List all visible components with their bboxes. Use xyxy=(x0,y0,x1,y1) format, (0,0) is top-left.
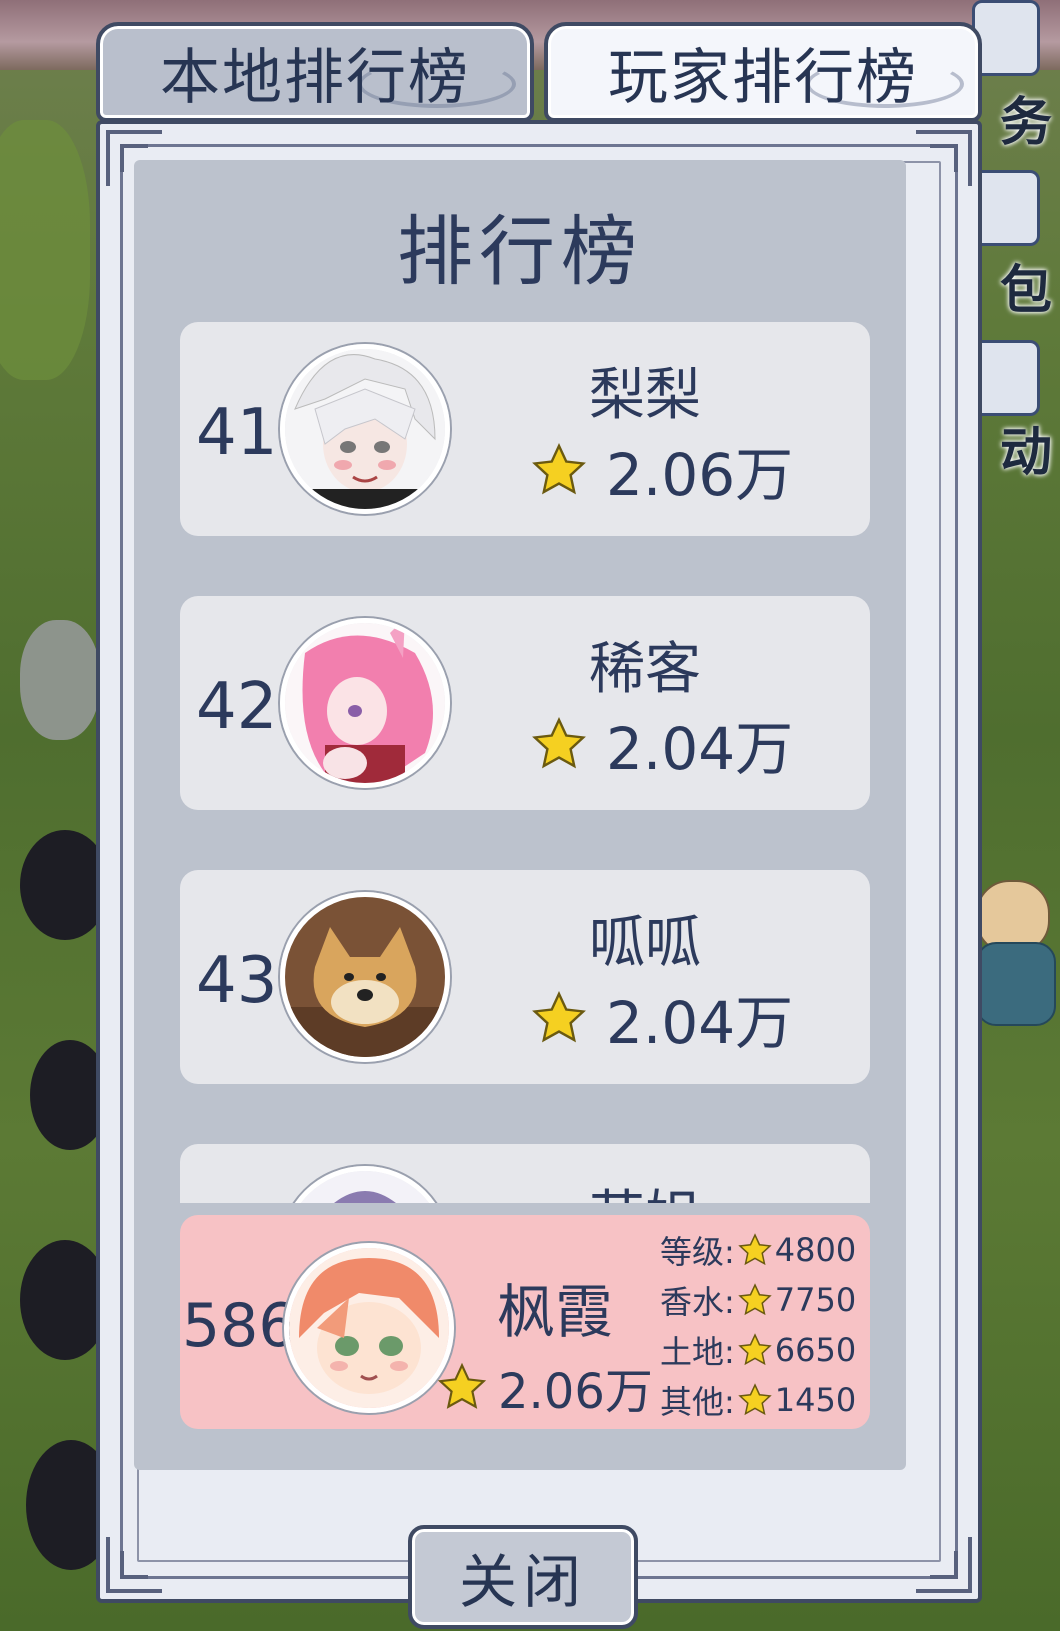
stat-label: 香水: xyxy=(660,1283,735,1321)
my-score-value: 2.06万 xyxy=(498,1364,653,1420)
stat-value: 6650 xyxy=(774,1331,857,1369)
list-item[interactable]: 42 稀客 2.04万 xyxy=(180,596,870,810)
white-hair-anime-avatar xyxy=(285,349,445,509)
stat-level: 等级: 4800 xyxy=(660,1225,865,1275)
my-rank-number: 586 xyxy=(182,1291,297,1361)
list-item[interactable]: 芸姐 xyxy=(180,1144,870,1203)
player-name: 稀客 xyxy=(589,637,701,702)
tab-player-label: 玩家排行榜 xyxy=(608,42,918,113)
stat-land: 土地: 6650 xyxy=(660,1325,865,1375)
rank-number: 42 xyxy=(196,670,278,744)
task-icon[interactable] xyxy=(972,0,1040,76)
my-rank-row[interactable]: 586 枫霞 2.06万 等级: 4800 香水: 7750 土地: 6650 … xyxy=(180,1215,870,1429)
leaderboard-content: 排行榜 41 梨梨 2.06万 42 稀客 2.04万 43 呱呱 2.04万 … xyxy=(134,160,906,1470)
tab-local-leaderboard[interactable]: 本地排行榜 xyxy=(96,22,534,122)
score-value: 2.06万 xyxy=(606,441,794,509)
star-icon xyxy=(738,1233,772,1266)
my-score: 2.06万 xyxy=(436,1355,653,1420)
tab-player-leaderboard[interactable]: 玩家排行榜 xyxy=(544,22,982,122)
stat-label: 土地: xyxy=(660,1333,735,1371)
star-icon xyxy=(738,1283,772,1316)
stat-value: 1450 xyxy=(774,1381,857,1419)
frame-corner-ornament xyxy=(902,1523,972,1593)
player-score: 2.04万 xyxy=(530,986,793,1057)
orange-hair-anime-avatar xyxy=(289,1248,449,1408)
player-name: 呱呱 xyxy=(589,911,701,976)
stat-value: 7750 xyxy=(774,1281,857,1319)
stat-label: 等级: xyxy=(660,1233,735,1271)
side-item-bag[interactable]: 包 xyxy=(1000,248,1052,323)
partial-avatar xyxy=(285,1171,445,1203)
star-icon xyxy=(738,1333,772,1366)
side-menu: 务 包 动 xyxy=(970,0,1060,520)
star-icon xyxy=(532,442,586,495)
activity-icon[interactable] xyxy=(972,340,1040,416)
list-item[interactable]: 41 梨梨 2.06万 xyxy=(180,322,870,536)
avatar[interactable] xyxy=(280,892,450,1062)
cat-character xyxy=(976,880,1060,1040)
stat-other: 其他: 1450 xyxy=(660,1375,865,1425)
rank-number: 41 xyxy=(196,396,278,470)
stat-label: 其他: xyxy=(660,1383,735,1421)
my-stats: 等级: 4800 香水: 7750 土地: 6650 其他: 1450 xyxy=(660,1225,865,1425)
player-score: 2.04万 xyxy=(530,712,793,783)
star-icon xyxy=(532,716,586,769)
my-player-name: 枫霞 xyxy=(496,1278,613,1346)
frame-corner-ornament xyxy=(902,130,972,200)
player-name: 芸姐 xyxy=(540,1172,750,1203)
my-avatar[interactable] xyxy=(284,1243,454,1413)
shiba-dog-avatar xyxy=(285,897,445,1057)
tab-local-label: 本地排行榜 xyxy=(160,42,470,113)
frame-corner-ornament xyxy=(106,1523,176,1593)
avatar[interactable] xyxy=(280,618,450,788)
leaderboard-title: 排行榜 xyxy=(397,207,643,296)
side-item-task[interactable]: 务 xyxy=(1000,80,1052,155)
star-icon xyxy=(532,990,586,1043)
cat-body xyxy=(976,942,1056,1026)
avatar[interactable] xyxy=(280,1166,450,1203)
background-foliage xyxy=(0,120,90,380)
player-name: 梨梨 xyxy=(589,363,701,428)
list-item[interactable]: 43 呱呱 2.04万 xyxy=(180,870,870,1084)
score-value: 2.04万 xyxy=(606,715,794,783)
star-icon xyxy=(738,1383,772,1416)
player-score: 2.06万 xyxy=(530,438,793,509)
background-stone xyxy=(20,620,100,740)
avatar[interactable] xyxy=(280,344,450,514)
rank-number: 43 xyxy=(196,944,278,1018)
score-value: 2.04万 xyxy=(606,989,794,1057)
stat-perfume: 香水: 7750 xyxy=(660,1275,865,1325)
side-item-activity[interactable]: 动 xyxy=(1000,410,1052,485)
star-icon xyxy=(437,1362,487,1409)
stat-value: 4800 xyxy=(774,1231,857,1269)
pink-hair-anime-avatar xyxy=(285,623,445,783)
close-button[interactable]: 关闭 xyxy=(408,1525,638,1629)
leaderboard-list[interactable]: 41 梨梨 2.06万 42 稀客 2.04万 43 呱呱 2.04万 xyxy=(180,322,870,1203)
bag-icon[interactable] xyxy=(972,170,1040,246)
